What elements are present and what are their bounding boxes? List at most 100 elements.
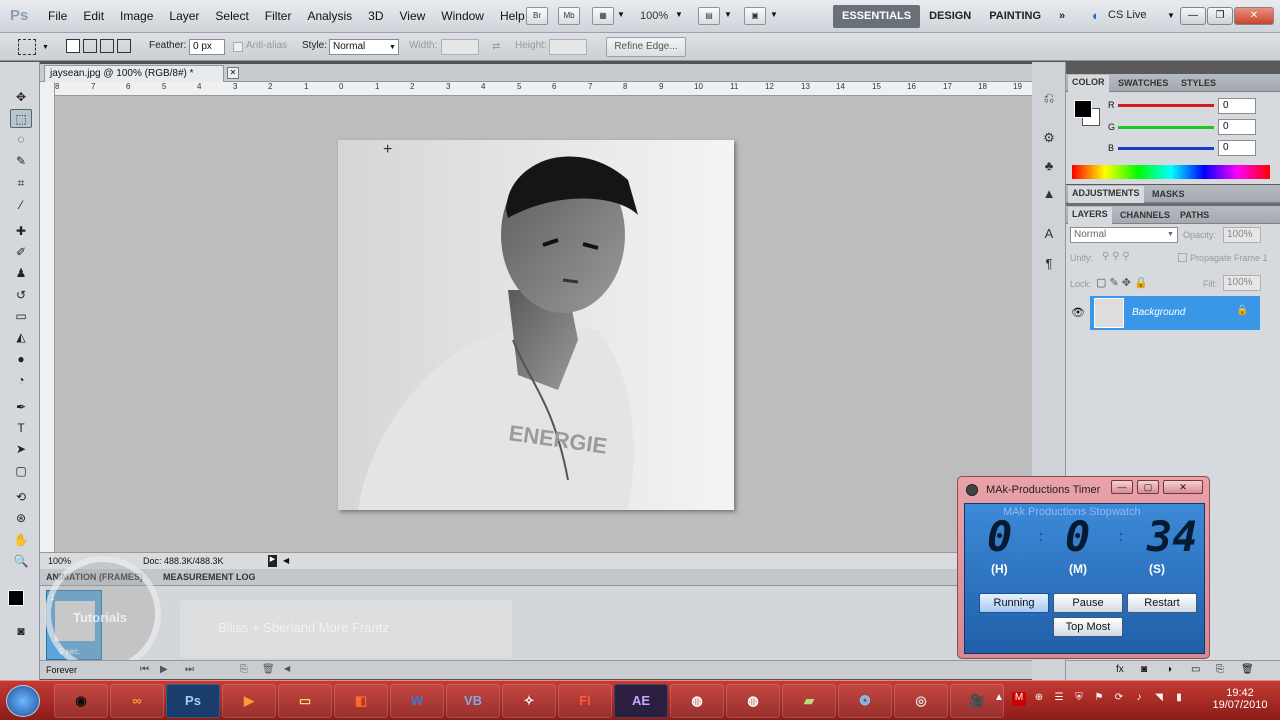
- workspace-essentials[interactable]: ESSENTIALS: [833, 5, 921, 28]
- minimize-button[interactable]: —: [1180, 7, 1206, 25]
- lock-icons[interactable]: ▢ ✎ ✥ 🔒: [1096, 276, 1148, 289]
- power-tray-icon[interactable]: ▮: [1172, 692, 1186, 706]
- document-tab[interactable]: jaysean.jpg @ 100% (RGB/8#) * ✕: [44, 65, 239, 82]
- menu-layer[interactable]: Layer: [161, 9, 207, 23]
- unify-icons[interactable]: ⚲ ⚲ ⚲: [1102, 251, 1130, 262]
- flash-taskbar-icon[interactable]: Fl: [558, 684, 612, 718]
- blur-tool-icon[interactable]: ●: [10, 350, 32, 369]
- unity-taskbar-icon[interactable]: ✧: [502, 684, 556, 718]
- width-field[interactable]: [441, 39, 479, 55]
- powerpoint-taskbar-icon[interactable]: ◧: [334, 684, 388, 718]
- chevron-down-icon[interactable]: ▼: [1167, 231, 1174, 238]
- timer-minimize-button[interactable]: —: [1111, 480, 1133, 494]
- notes-taskbar-icon[interactable]: ▰: [782, 684, 836, 718]
- pause-button[interactable]: Pause: [1053, 593, 1123, 613]
- chevron-down-icon[interactable]: ▼: [675, 10, 683, 19]
- red-value[interactable]: 0: [1218, 98, 1256, 114]
- tab-adjustments[interactable]: ADJUSTMENTS: [1068, 186, 1144, 203]
- 3d-rotate-tool-icon[interactable]: ⟲: [10, 488, 32, 507]
- network-tray-icon[interactable]: ⊕: [1032, 692, 1046, 706]
- status-menu-arrow-icon[interactable]: ▶: [268, 555, 277, 567]
- sync-tray-icon[interactable]: ⟳: [1112, 692, 1126, 706]
- photo-image[interactable]: ENERGIE +: [338, 140, 734, 510]
- healing-brush-icon[interactable]: ✚: [10, 222, 32, 241]
- new-frame-icon[interactable]: ⎘: [240, 664, 248, 675]
- chevron-down-icon[interactable]: ▼: [617, 10, 625, 19]
- antialias-checkbox[interactable]: [233, 42, 243, 52]
- menu-image[interactable]: Image: [112, 9, 161, 23]
- close-tab-icon[interactable]: ✕: [227, 67, 239, 79]
- refine-edge-button[interactable]: Refine Edge...: [606, 37, 686, 57]
- scroll-left-icon[interactable]: ◀: [283, 556, 289, 565]
- media-player-taskbar-icon[interactable]: ▶: [222, 684, 276, 718]
- add-selection-icon[interactable]: [83, 39, 97, 53]
- arrange-documents-icon[interactable]: ▤: [698, 7, 720, 25]
- screen-mode-icon[interactable]: ▣: [744, 7, 766, 25]
- marquee-tool-icon[interactable]: ⬚: [10, 109, 32, 128]
- crop-tool-icon[interactable]: ⌗: [10, 174, 32, 193]
- menu-analysis[interactable]: Analysis: [299, 9, 360, 23]
- adjustment-layer-icon[interactable]: ◑: [1166, 664, 1172, 675]
- chevron-down-icon[interactable]: ▼: [42, 44, 49, 51]
- timer-maximize-button[interactable]: ▢: [1137, 480, 1159, 494]
- quick-mask-icon[interactable]: ◙: [10, 622, 32, 641]
- add-mask-icon[interactable]: ◙: [1141, 664, 1147, 675]
- volume-tray-icon[interactable]: ♪: [1132, 692, 1146, 706]
- first-frame-icon[interactable]: ⏮: [140, 664, 149, 675]
- scroll-left-icon[interactable]: ◀: [284, 664, 290, 673]
- tab-swatches[interactable]: SWATCHES: [1118, 78, 1168, 88]
- close-button[interactable]: ✕: [1234, 7, 1274, 25]
- blend-mode-select[interactable]: Normal: [1070, 227, 1178, 243]
- color-spectrum-bar[interactable]: [1072, 165, 1270, 179]
- new-layer-icon[interactable]: ⎘: [1216, 664, 1224, 675]
- camtasia2-taskbar-icon[interactable]: ◍: [726, 684, 780, 718]
- zoom-tool-icon[interactable]: 🔍: [10, 552, 32, 571]
- eyedropper-tool-icon[interactable]: ⁄: [10, 196, 32, 215]
- 3d-orbit-tool-icon[interactable]: ⊛: [10, 509, 32, 528]
- menu-file[interactable]: File: [40, 9, 75, 23]
- paragraph-panel-icon[interactable]: ¶: [1040, 256, 1058, 274]
- restart-button[interactable]: Restart: [1127, 593, 1197, 613]
- marquee-preset-icon[interactable]: [18, 39, 36, 55]
- next-frame-icon[interactable]: ⏭: [185, 664, 194, 675]
- tool-presets-icon[interactable]: ▲: [1040, 186, 1058, 204]
- blue-value[interactable]: 0: [1218, 140, 1256, 156]
- brush-panel-icon[interactable]: ⚙: [1040, 130, 1058, 148]
- app-taskbar-icon[interactable]: ◎: [894, 684, 948, 718]
- layer-row-background[interactable]: Background 🔒: [1090, 296, 1260, 330]
- workspace-painting[interactable]: PAINTING: [980, 5, 1050, 28]
- tab-masks[interactable]: MASKS: [1152, 189, 1185, 199]
- workspace-more[interactable]: »: [1050, 5, 1074, 28]
- visual-basic-taskbar-icon[interactable]: VB: [446, 684, 500, 718]
- restore-button[interactable]: ❐: [1207, 7, 1233, 25]
- menu-select[interactable]: Select: [207, 9, 256, 23]
- brush-tool-icon[interactable]: ✐: [10, 243, 32, 262]
- hand-tool-icon[interactable]: ✋: [10, 531, 32, 550]
- dodge-tool-icon[interactable]: ◔: [10, 371, 32, 390]
- tab-color[interactable]: COLOR: [1068, 75, 1109, 92]
- opacity-field[interactable]: 100%: [1223, 227, 1261, 243]
- new-group-icon[interactable]: ▭: [1191, 664, 1200, 675]
- swap-icon[interactable]: ⇄: [492, 41, 500, 52]
- clone-source-icon[interactable]: ♣: [1040, 158, 1058, 176]
- chrome-taskbar-icon[interactable]: ◉: [54, 684, 108, 718]
- new-selection-icon[interactable]: [66, 39, 80, 53]
- tab-channels[interactable]: CHANNELS: [1120, 210, 1170, 220]
- delete-layer-icon[interactable]: 🗑: [1241, 664, 1254, 675]
- tab-measurement-log[interactable]: MEASUREMENT LOG: [163, 572, 256, 582]
- delete-frame-icon[interactable]: 🗑: [262, 664, 275, 675]
- clone-stamp-icon[interactable]: ♟: [10, 264, 32, 283]
- fill-field[interactable]: 100%: [1223, 275, 1261, 291]
- bridge-button[interactable]: Br: [526, 7, 548, 25]
- path-select-tool-icon[interactable]: ➤: [10, 440, 32, 459]
- chevron-down-icon[interactable]: ▼: [724, 10, 732, 19]
- view-extras-icon[interactable]: ▦: [592, 7, 614, 25]
- layer-name[interactable]: Background: [1132, 307, 1185, 318]
- green-slider[interactable]: [1118, 126, 1214, 129]
- mini-bridge-button[interactable]: Mb: [558, 7, 580, 25]
- foreground-color-swatch[interactable]: [8, 590, 24, 606]
- lasso-tool-icon[interactable]: ◌: [10, 130, 32, 149]
- tray-arrow-icon[interactable]: ▲: [992, 692, 1006, 706]
- red-slider[interactable]: [1118, 104, 1214, 107]
- blue-slider[interactable]: [1118, 147, 1214, 150]
